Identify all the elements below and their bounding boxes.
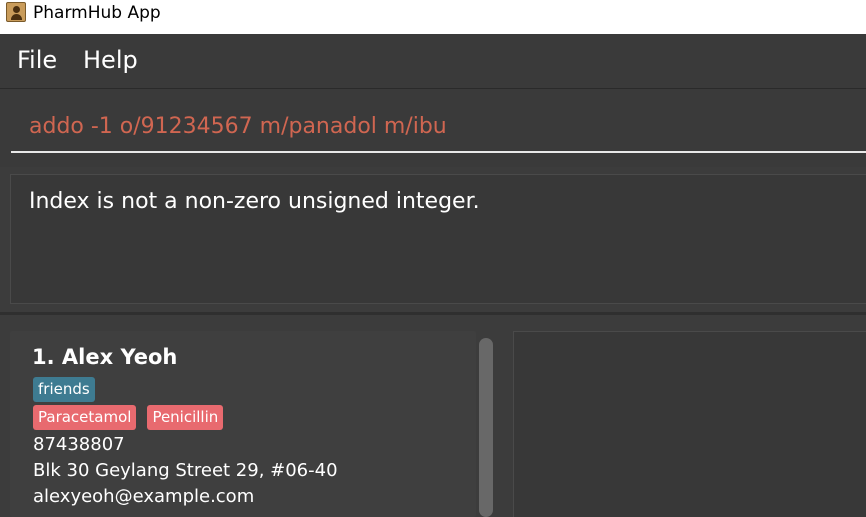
menu-help[interactable]: Help <box>83 45 138 75</box>
section-divider <box>0 312 866 315</box>
detail-panel <box>513 331 866 517</box>
allergy-badge: Paracetamol <box>33 405 137 430</box>
tag-list: friends <box>33 377 95 402</box>
list-scrollbar[interactable] <box>479 338 493 517</box>
person-name: 1. Alex Yeoh <box>32 345 178 369</box>
person-email: alexyeoh@example.com <box>33 486 255 507</box>
command-box <box>0 89 866 167</box>
person-phone: 87438807 <box>33 434 125 455</box>
person-card[interactable]: 1. Alex Yeoh friends Paracetamol Penicil… <box>10 331 476 517</box>
result-display: Index is not a non-zero unsigned integer… <box>10 174 866 304</box>
allergy-badge: Penicillin <box>147 405 224 430</box>
tag-badge: friends <box>33 377 95 402</box>
menu-bar: File Help <box>0 34 866 89</box>
window-title: PharmHub App <box>33 3 161 23</box>
title-bar: PharmHub App <box>0 0 866 34</box>
menu-file[interactable]: File <box>17 45 57 75</box>
allergy-list: Paracetamol Penicillin <box>33 405 224 430</box>
person-address: Blk 30 Geylang Street 29, #06-40 <box>33 460 338 481</box>
result-message: Index is not a non-zero unsigned integer… <box>29 189 480 214</box>
command-input[interactable] <box>11 101 866 153</box>
contact-app-icon <box>6 2 26 22</box>
